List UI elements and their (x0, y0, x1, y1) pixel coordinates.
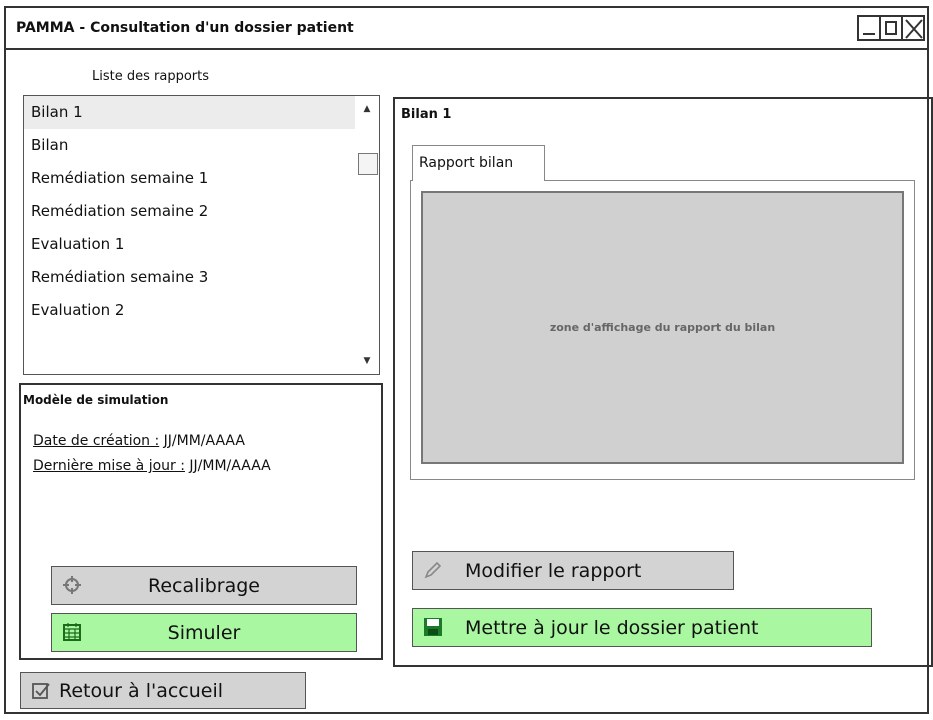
scroll-thumb[interactable] (358, 153, 378, 175)
simulation-model-panel: Modèle de simulation Date de création : … (19, 383, 383, 660)
tab-content: zone d'affichage du rapport du bilan (410, 180, 915, 480)
model-title: Modèle de simulation (23, 393, 169, 407)
scroll-down-icon[interactable]: ▼ (355, 350, 379, 372)
report-zone-text: zone d'affichage du rapport du bilan (549, 321, 776, 334)
back-home-label: Retour à l'accueil (59, 679, 224, 702)
list-scrollbar[interactable]: ▲ ▼ (355, 96, 379, 374)
pencil-icon (424, 561, 442, 579)
save-icon (424, 618, 442, 636)
reports-list-label: Liste des rapports (92, 69, 209, 84)
recalibrate-button[interactable]: Recalibrage (51, 566, 357, 605)
maximize-icon[interactable] (879, 15, 903, 41)
update-patient-file-button[interactable]: Mettre à jour le dossier patient (412, 608, 872, 647)
report-detail-panel: Bilan 1 Rapport bilan zone d'affichage d… (393, 97, 933, 667)
minimize-icon[interactable] (857, 15, 881, 41)
list-item[interactable]: Remédiation semaine 1 (24, 162, 355, 195)
checkbox-icon (32, 683, 50, 699)
list-item[interactable]: Bilan 1 (24, 96, 355, 129)
window-title: PAMMA - Consultation d'un dossier patien… (16, 20, 354, 36)
update-date-label: Dernière mise à jour : (33, 458, 185, 474)
app-window: PAMMA - Consultation d'un dossier patien… (4, 6, 933, 714)
scroll-up-icon[interactable]: ▲ (355, 98, 379, 120)
update-date-row: Dernière mise à jour : JJ/MM/AAAA (33, 458, 271, 474)
back-home-button[interactable]: Retour à l'accueil (20, 672, 306, 709)
list-item[interactable]: Remédiation semaine 3 (24, 261, 355, 294)
list-item[interactable]: Bilan (24, 129, 355, 162)
list-item[interactable]: Remédiation semaine 2 (24, 195, 355, 228)
update-date-value: JJ/MM/AAAA (189, 458, 271, 474)
edit-report-label: Modifier le rapport (465, 559, 642, 582)
report-display-zone: zone d'affichage du rapport du bilan (421, 191, 904, 464)
simulate-button[interactable]: Simuler (51, 613, 357, 652)
list-item[interactable]: Evaluation 1 (24, 228, 355, 261)
creation-date-row: Date de création : JJ/MM/AAAA (33, 433, 245, 449)
window-controls (857, 15, 925, 41)
reports-listbox[interactable]: Bilan 1 Bilan Remédiation semaine 1 Remé… (23, 95, 380, 375)
reports-list: Bilan 1 Bilan Remédiation semaine 1 Remé… (24, 96, 355, 374)
tab-rapport-bilan[interactable]: Rapport bilan (412, 145, 545, 181)
creation-date-label: Date de création : (33, 433, 160, 449)
edit-report-button[interactable]: Modifier le rapport (412, 551, 734, 590)
update-patient-file-label: Mettre à jour le dossier patient (465, 616, 759, 639)
recalibrate-label: Recalibrage (148, 574, 260, 597)
report-detail-title: Bilan 1 (401, 107, 452, 122)
creation-date-value: JJ/MM/AAAA (163, 433, 245, 449)
list-item[interactable]: Evaluation 2 (24, 294, 355, 327)
close-icon[interactable] (901, 15, 925, 41)
simulate-label: Simuler (167, 621, 241, 644)
title-bar: PAMMA - Consultation d'un dossier patien… (6, 8, 927, 50)
